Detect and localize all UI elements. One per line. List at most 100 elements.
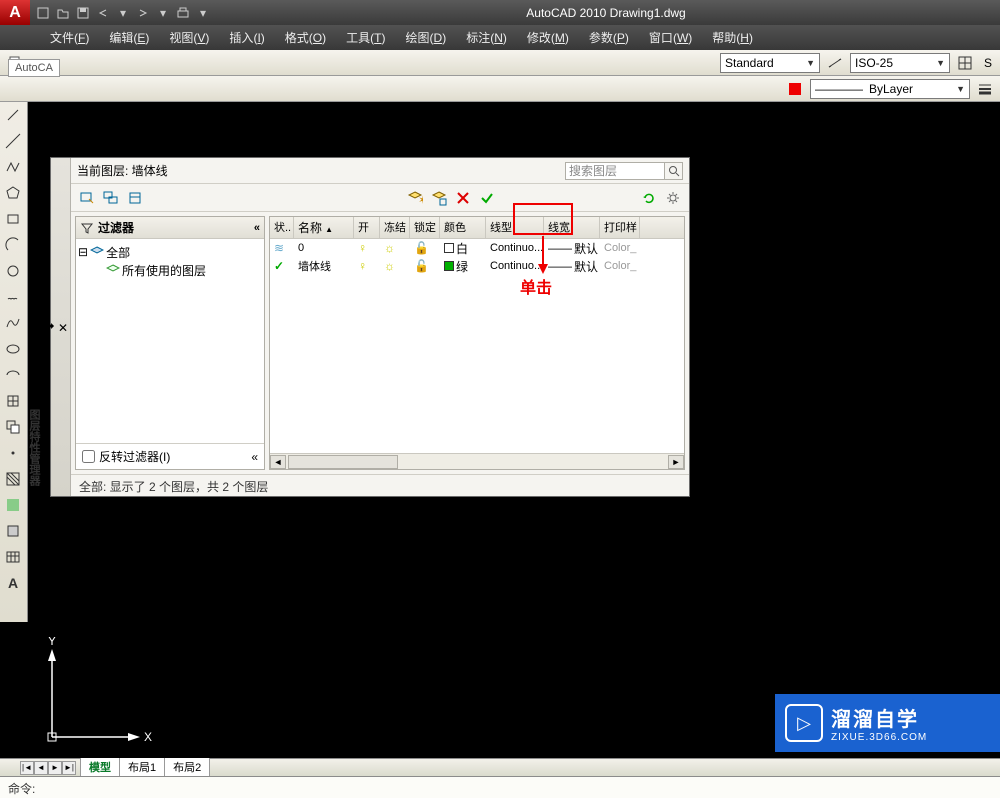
lock-icon[interactable]: 🔓	[414, 259, 429, 273]
tab-model[interactable]: 模型	[80, 758, 120, 777]
dim-style-combo[interactable]: ISO-25▼	[850, 53, 950, 73]
tab-layout2[interactable]: 布局2	[164, 758, 210, 777]
col-plotstyle[interactable]: 打印样	[600, 217, 640, 238]
drawing-area[interactable]: A ✕ ⬍ 图层特性管理器 当前图层: 墙体线 搜索图层 ✶	[0, 102, 1000, 782]
qat-dropdown3-icon[interactable]: ▾	[194, 4, 212, 22]
menu-format[interactable]: 格式(O)	[275, 25, 336, 50]
layer-row[interactable]: ≋ 0 ♀ ☼ 🔓 白 Continuo... —— 默认 Color_	[270, 239, 684, 257]
tab-next-icon[interactable]: ►	[48, 761, 62, 775]
spine-close-icon[interactable]: ✕	[56, 321, 70, 335]
sun-icon[interactable]: ☼	[384, 259, 395, 273]
layer-row[interactable]: ✓ 墙体线 ♀ ☼ 🔓 绿 Continuo... —— 默认 Color_	[270, 257, 684, 275]
menu-window[interactable]: 窗口(W)	[639, 25, 702, 50]
col-name[interactable]: 名称 ▲	[294, 217, 354, 238]
menu-dimension[interactable]: 标注(N)	[456, 25, 517, 50]
point-icon[interactable]	[0, 440, 26, 466]
set-current-icon[interactable]	[477, 188, 497, 208]
new-group-filter-icon[interactable]	[101, 188, 121, 208]
search-icon[interactable]	[665, 162, 683, 180]
menu-tools[interactable]: 工具(T)	[336, 25, 395, 50]
layer-states-icon[interactable]	[125, 188, 145, 208]
qat-dropdown-icon[interactable]: ▾	[114, 4, 132, 22]
tree-root[interactable]: ⊟ 全部	[78, 243, 262, 261]
menu-edit[interactable]: 编辑(E)	[99, 25, 159, 50]
make-block-icon[interactable]	[0, 414, 26, 440]
color-control-icon[interactable]	[784, 78, 806, 100]
text-style-combo[interactable]: Standard▼	[720, 53, 820, 73]
tab-last-icon[interactable]: ►|	[62, 761, 76, 775]
scroll-right-icon[interactable]: ►	[668, 455, 684, 469]
file-tab[interactable]: AutoCA	[8, 59, 60, 77]
lock-icon[interactable]: 🔓	[414, 241, 429, 255]
undo-icon[interactable]	[94, 4, 112, 22]
col-freeze[interactable]: 冻结	[380, 217, 410, 238]
col-color[interactable]: 颜色	[440, 217, 486, 238]
col-on[interactable]: 开	[354, 217, 380, 238]
table-style-icon[interactable]	[954, 52, 976, 74]
table-icon[interactable]	[0, 544, 26, 570]
qat-dropdown2-icon[interactable]: ▾	[154, 4, 172, 22]
new-property-filter-icon[interactable]	[77, 188, 97, 208]
ellipse-arc-icon[interactable]	[0, 362, 26, 388]
spine-pin-icon[interactable]: ⬍	[42, 321, 56, 335]
polyline-icon[interactable]	[0, 154, 26, 180]
xline-icon[interactable]	[0, 128, 26, 154]
col-status[interactable]: 状..	[270, 217, 294, 238]
menu-view[interactable]: 视图(V)	[159, 25, 219, 50]
arc-icon[interactable]	[0, 232, 26, 258]
layer-grid-body[interactable]: ≋ 0 ♀ ☼ 🔓 白 Continuo... —— 默认 Color_ ✓	[270, 239, 684, 453]
gradient-icon[interactable]	[0, 492, 26, 518]
new-layer-vp-icon[interactable]	[429, 188, 449, 208]
menu-file[interactable]: 文件(F)	[40, 25, 99, 50]
region-icon[interactable]	[0, 518, 26, 544]
col-lineweight[interactable]: 线宽	[544, 217, 600, 238]
new-layer-icon[interactable]: ✶	[405, 188, 425, 208]
mtext-icon[interactable]: A	[0, 570, 26, 596]
filter-tree[interactable]: ⊟ 全部 所有使用的图层	[76, 239, 264, 443]
line-icon[interactable]	[0, 102, 26, 128]
bulb-icon[interactable]: ♀	[358, 241, 367, 255]
hatch-icon[interactable]	[0, 466, 26, 492]
lineweight-icon[interactable]	[974, 78, 996, 100]
ellipse-icon[interactable]	[0, 336, 26, 362]
delete-layer-icon[interactable]	[453, 188, 473, 208]
invert-filter-checkbox[interactable]	[82, 450, 95, 463]
menu-insert[interactable]: 插入(I)	[219, 25, 274, 50]
menu-parametric[interactable]: 参数(P)	[579, 25, 639, 50]
menu-help[interactable]: 帮助(H)	[702, 25, 763, 50]
scroll-thumb[interactable]	[288, 455, 398, 469]
tree-child[interactable]: 所有使用的图层	[78, 261, 262, 279]
linetype-combo[interactable]: ————ByLayer▼	[810, 79, 970, 99]
spline-icon[interactable]	[0, 310, 26, 336]
bulb-icon[interactable]: ♀	[358, 259, 367, 273]
tab-first-icon[interactable]: |◄	[20, 761, 34, 775]
open-icon[interactable]	[54, 4, 72, 22]
tree-expand-icon[interactable]: ⊟	[78, 245, 88, 259]
command-line[interactable]: 命令:	[0, 776, 1000, 798]
rectangle-icon[interactable]	[0, 206, 26, 232]
scroll-left-icon[interactable]: ◄	[270, 455, 286, 469]
app-logo[interactable]: A	[0, 0, 30, 25]
print-icon[interactable]	[174, 4, 192, 22]
tab-layout1[interactable]: 布局1	[119, 758, 165, 777]
save-icon[interactable]	[74, 4, 92, 22]
refresh-icon[interactable]	[639, 188, 659, 208]
sun-icon[interactable]: ☼	[384, 241, 395, 255]
color-swatch[interactable]	[444, 261, 454, 271]
polygon-icon[interactable]	[0, 180, 26, 206]
search-input[interactable]: 搜索图层	[565, 162, 665, 180]
redo-icon[interactable]	[134, 4, 152, 22]
menu-draw[interactable]: 绘图(D)	[396, 25, 457, 50]
tab-prev-icon[interactable]: ◄	[34, 761, 48, 775]
insert-block-icon[interactable]	[0, 388, 26, 414]
color-swatch[interactable]	[444, 243, 454, 253]
menu-modify[interactable]: 修改(M)	[517, 25, 579, 50]
new-icon[interactable]	[34, 4, 52, 22]
settings-icon[interactable]	[663, 188, 683, 208]
collapse-tree-icon[interactable]: «	[254, 222, 260, 234]
collapse-footer-icon[interactable]: «	[251, 450, 258, 464]
horizontal-scrollbar[interactable]: ◄ ►	[270, 453, 684, 469]
col-lock[interactable]: 锁定	[410, 217, 440, 238]
circle-icon[interactable]	[0, 258, 26, 284]
revcloud-icon[interactable]	[0, 284, 26, 310]
